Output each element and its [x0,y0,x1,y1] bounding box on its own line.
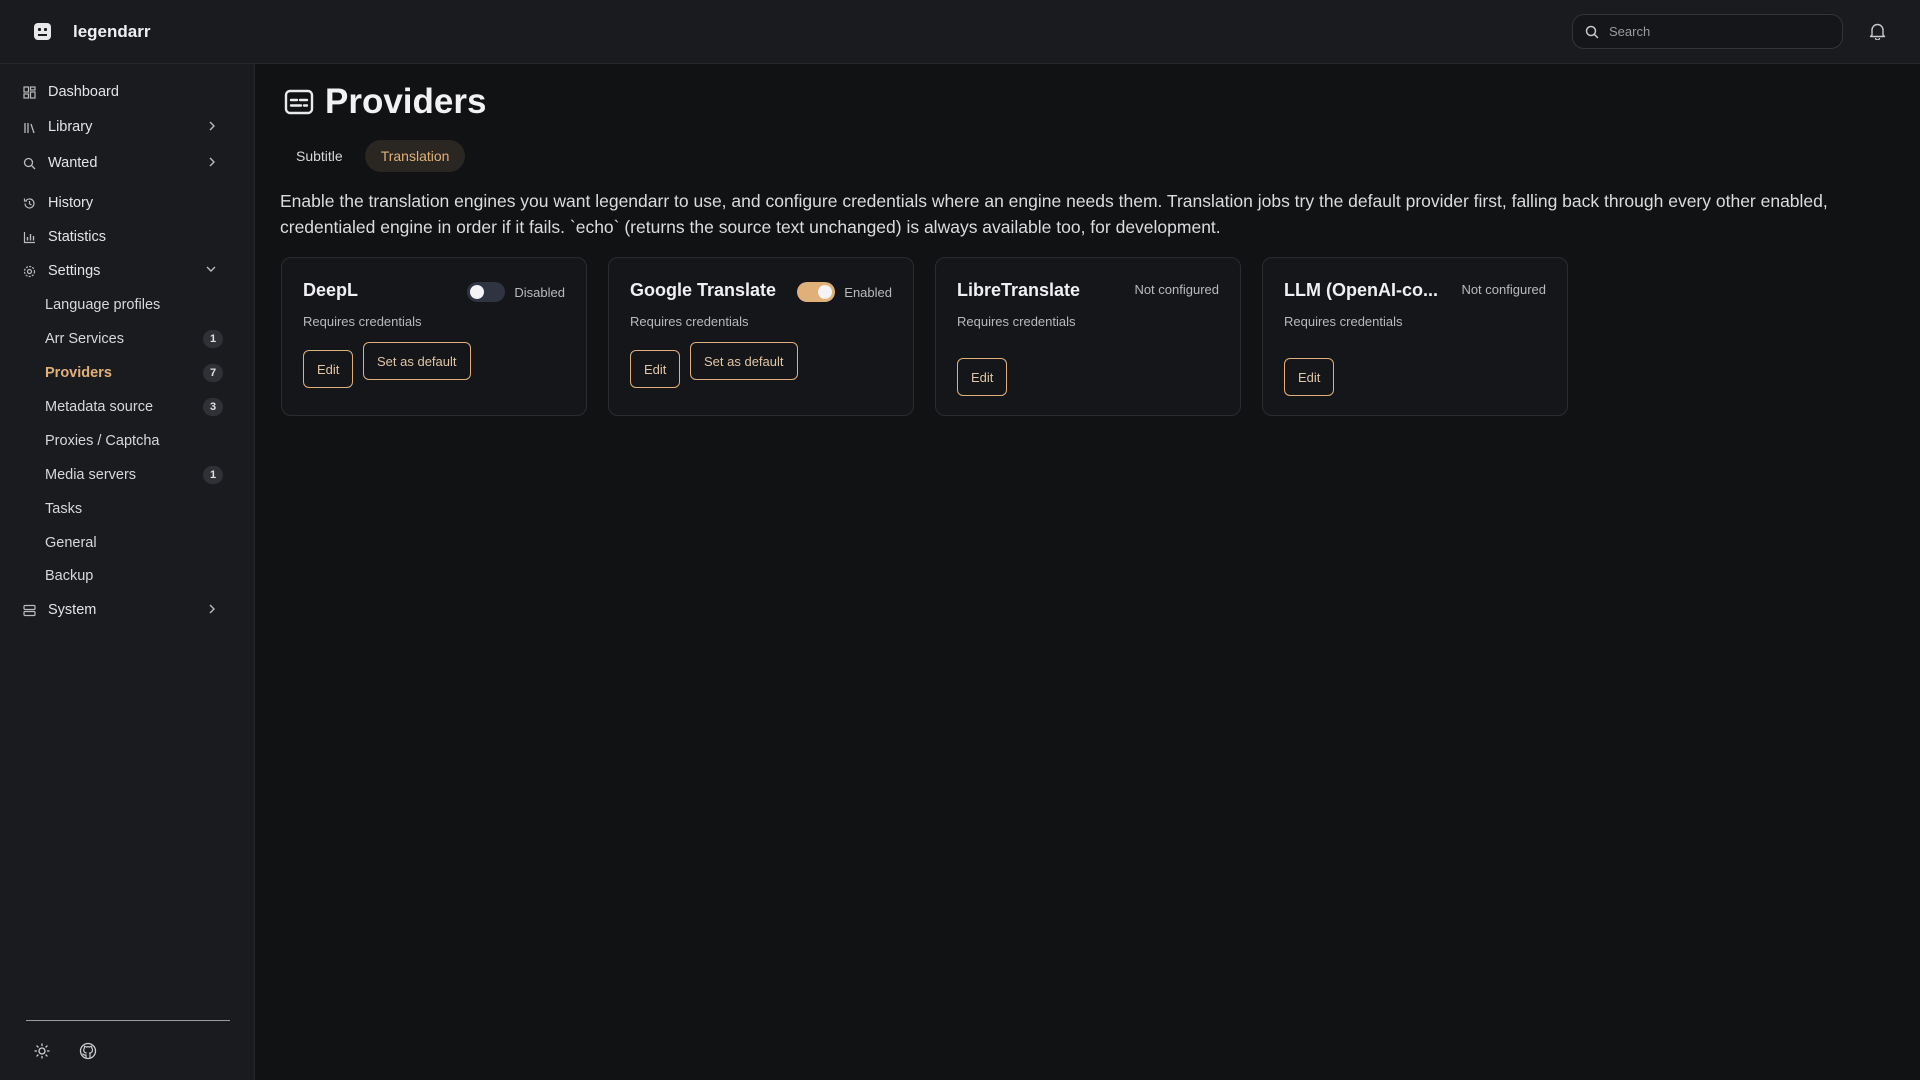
chevron-right-icon [209,157,215,167]
history-icon [22,196,36,210]
top-bar: legendarr [0,0,1920,64]
status-label: Enabled [844,284,892,300]
page-header: Providers [284,82,486,122]
sidebar-item-settings[interactable]: Settings [10,256,236,286]
provider-status: Not configured [1461,282,1546,297]
provider-name: LibreTranslate [957,280,1081,300]
sun-icon[interactable] [32,1041,52,1061]
provider-status: Disabled [467,282,565,302]
status-label: Not configured [1134,282,1219,297]
provider-name: Google Translate [630,280,777,300]
settings-item-media-servers[interactable]: Media servers 1 [34,461,236,489]
settings-item-general[interactable]: General [34,529,236,557]
sidebar-item-label: Wanted [48,155,98,171]
sidebar-item-label: Dashboard [48,84,119,100]
edit-button[interactable]: Edit [630,350,681,388]
settings-item-label: Language profiles [45,297,161,313]
gear-icon [22,264,36,278]
provider-requirement: Requires credentials [1284,314,1403,329]
tab-subtitle[interactable]: Subtitle [280,140,359,172]
toggle-knob [470,285,485,299]
provider-card-llm: LLM (OpenAI-co... Not configured Require… [1262,257,1568,416]
sidebar-item-label: Settings [48,263,101,279]
settings-item-label: Arr Services [45,331,124,347]
tab-translation[interactable]: Translation [364,140,466,172]
search-input[interactable] [1609,24,1829,39]
provider-requirement: Requires credentials [957,314,1076,329]
chevron-right-icon [209,121,215,131]
count-badge: 1 [203,330,223,348]
settings-item-label: General [45,535,97,551]
sidebar-item-history[interactable]: History [10,188,236,218]
set-default-button[interactable]: Set as default [363,342,471,380]
provider-name: LLM (OpenAI-co... [1284,280,1438,300]
main-content: Providers Subtitle Translation Enable th… [256,64,1920,1080]
sidebar-item-statistics[interactable]: Statistics [10,222,236,252]
page-description: Enable the translation engines you want … [280,191,1828,237]
enable-toggle[interactable] [797,282,836,302]
sidebar-item-system[interactable]: System [10,595,236,625]
sidebar-item-library[interactable]: Library [10,112,236,142]
count-badge: 3 [203,398,223,416]
provider-status: Not configured [1134,282,1219,297]
provider-status: Enabled [797,282,892,302]
provider-requirement: Requires credentials [303,314,422,329]
settings-item-label: Metadata source [45,399,154,415]
page-title: Providers [325,82,487,121]
bar-chart-icon [22,230,36,244]
enable-toggle[interactable] [467,282,506,302]
settings-item-label: Tasks [45,501,83,517]
search-icon [22,156,36,170]
settings-item-metadata-source[interactable]: Metadata source 3 [34,393,236,421]
sidebar-item-label: History [48,195,94,211]
chevron-right-icon [209,604,215,614]
provider-name: DeepL [303,280,359,300]
edit-button[interactable]: Edit [1284,358,1335,396]
settings-item-backup[interactable]: Backup [34,562,236,590]
provider-card-libretranslate: LibreTranslate Not configured Requires c… [935,257,1241,416]
set-default-button[interactable]: Set as default [690,342,798,380]
sidebar-item-label: Library [48,119,93,135]
server-icon [22,603,36,617]
settings-item-label: Backup [45,568,94,584]
provider-card-google-translate: Google Translate Enabled Requires creden… [608,257,914,416]
app-name: legendarr [73,21,151,41]
sidebar-item-label: Statistics [48,229,107,245]
count-badge: 1 [203,466,223,484]
sidebar-item-wanted[interactable]: Wanted [10,148,236,178]
provider-requirement: Requires credentials [630,314,749,329]
sidebar-item-label: System [48,602,97,618]
dashboard-icon [22,85,36,99]
settings-item-arr-services[interactable]: Arr Services 1 [34,325,236,353]
chevron-down-icon [206,266,216,272]
status-label: Disabled [514,284,565,300]
settings-item-label: Providers [45,365,112,381]
sidebar-divider [26,1020,230,1021]
edit-button[interactable]: Edit [957,358,1008,396]
toggle-knob [818,285,833,299]
search-box[interactable] [1572,14,1843,49]
settings-item-label: Media servers [45,467,137,483]
count-badge: 7 [203,364,223,382]
settings-item-tasks[interactable]: Tasks [34,495,236,523]
sidebar-item-dashboard[interactable]: Dashboard [10,77,236,107]
app-logo-icon [34,23,51,40]
settings-item-label: Proxies / Captcha [45,433,160,449]
settings-item-providers[interactable]: Providers 7 [34,359,236,387]
status-label: Not configured [1461,282,1546,297]
brand[interactable]: legendarr [34,22,150,42]
provider-card-deepl: DeepL Disabled Requires credentials Edit… [281,257,587,416]
bell-icon[interactable] [1869,22,1886,40]
tab-bar: Subtitle Translation [280,140,466,172]
edit-button[interactable]: Edit [303,350,354,388]
sidebar: Dashboard Library Wanted History Statist… [0,64,255,1080]
settings-item-proxies-captcha[interactable]: Proxies / Captcha [34,427,236,455]
captions-icon [284,89,314,115]
settings-item-language-profiles[interactable]: Language profiles [34,291,236,319]
library-icon [22,120,36,134]
github-icon[interactable] [78,1041,98,1061]
search-icon [1585,25,1599,38]
